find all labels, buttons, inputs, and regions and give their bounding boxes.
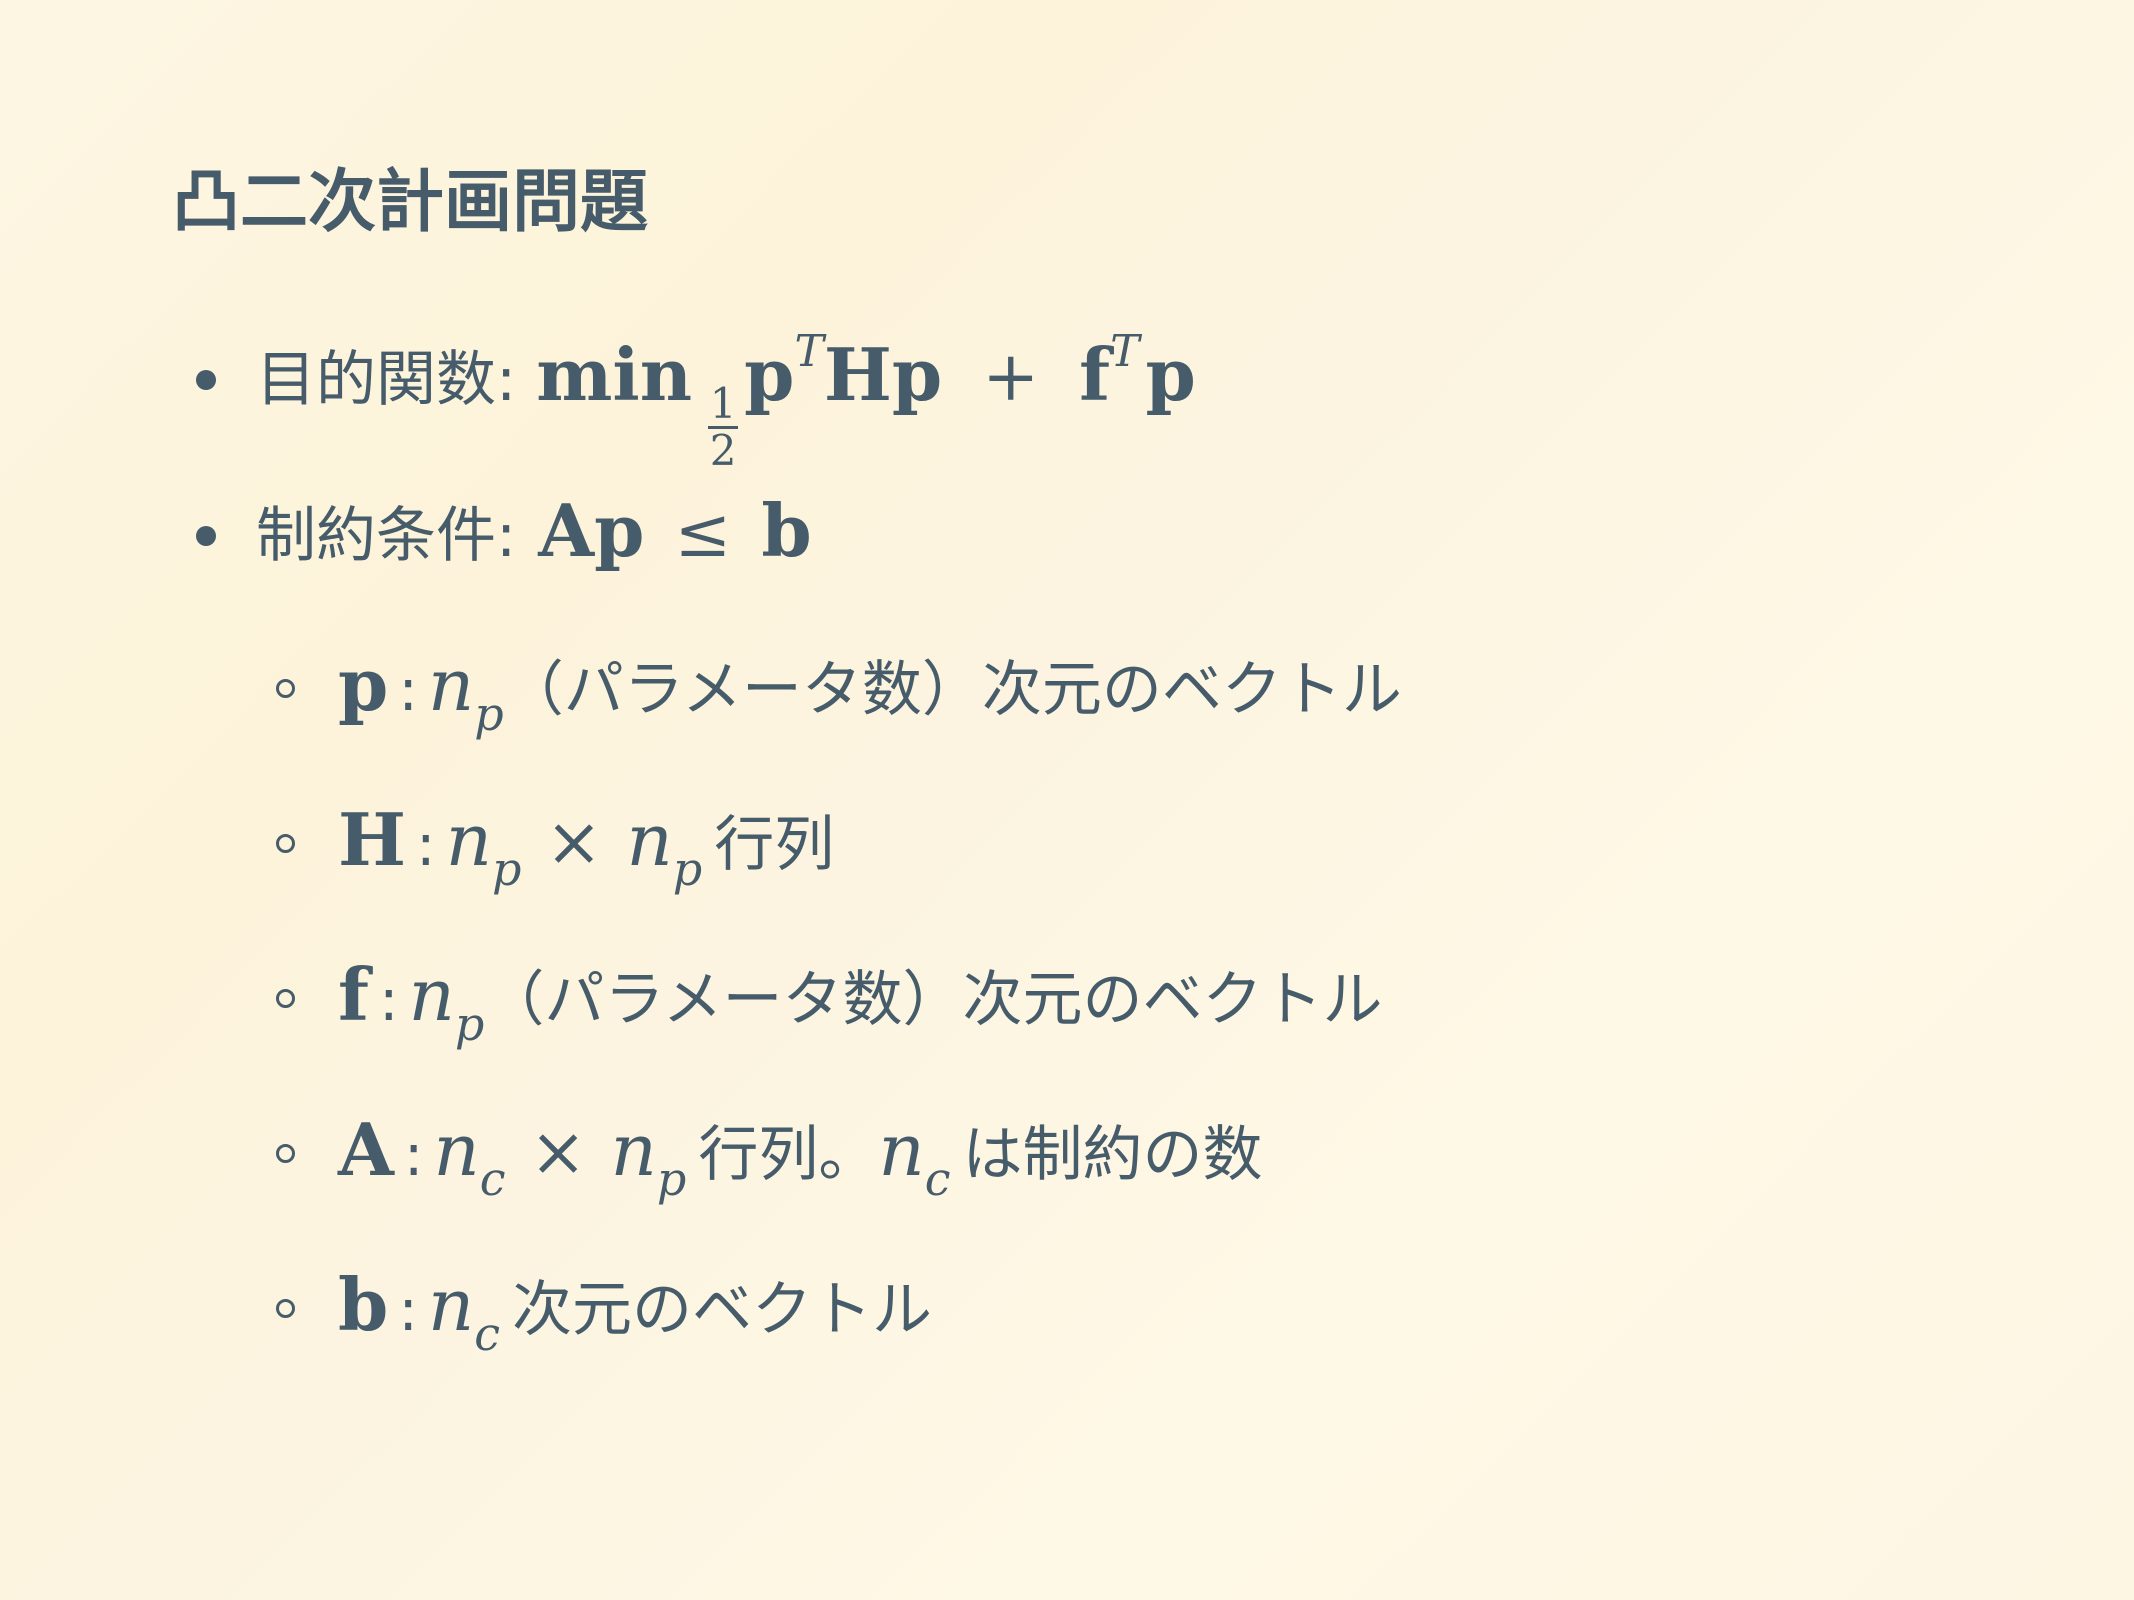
- dimension-subscript: p: [672, 842, 703, 896]
- min-operator: min: [536, 332, 693, 417]
- dimension-n: n: [433, 1108, 480, 1192]
- definition-text-extra: は制約の数: [962, 1120, 1263, 1190]
- times-operator: ×: [529, 1113, 587, 1192]
- vector-f: f: [1079, 332, 1111, 417]
- plus-operator: +: [982, 338, 1040, 417]
- fraction-denominator: 2: [709, 426, 737, 475]
- definition-symbol: b: [338, 1262, 389, 1347]
- matrix-H-times-p: Hp: [823, 332, 943, 417]
- vector-p: p: [744, 332, 795, 417]
- definition-item: p : n p （パラメータ数）次元のベクトル: [338, 640, 1402, 741]
- matrix-A-times-p: Ap: [538, 488, 645, 573]
- fraction-half: 1 2: [708, 379, 739, 475]
- dimension-subscript: p: [454, 997, 485, 1051]
- definition-symbol: f: [338, 952, 369, 1037]
- constraint-line: 制約条件: Ap ≤ b: [256, 486, 812, 581]
- constraint-label: 制約条件:: [256, 501, 517, 571]
- bullet-circle: [276, 989, 295, 1008]
- dimension-n: n: [427, 1263, 475, 1347]
- definition-colon: :: [398, 1276, 418, 1344]
- dimension-subscript: p: [656, 1152, 687, 1206]
- fraction-numerator: 1: [709, 379, 737, 428]
- dimension-n: n: [427, 643, 475, 727]
- dimension-subscript: p: [491, 842, 522, 896]
- bullet-circle: [276, 834, 295, 853]
- dimension-n: n: [610, 1108, 657, 1192]
- bullet-circle: [276, 1144, 295, 1163]
- definition-symbol: H: [338, 797, 407, 882]
- bullet-circle: [276, 679, 295, 698]
- definition-colon: :: [398, 656, 418, 724]
- times-operator: ×: [545, 803, 603, 882]
- slide-title: 凸二次計画問題: [172, 163, 649, 242]
- definition-item: H : n p × n p 行列: [338, 795, 835, 896]
- bullet-disc: [196, 370, 216, 390]
- leq-operator: ≤: [674, 494, 732, 573]
- dimension-n: n: [445, 798, 492, 882]
- definition-item: f : n p （パラメータ数）次元のベクトル: [338, 950, 1383, 1051]
- dimension-n: n: [626, 798, 673, 882]
- dimension-n: n: [408, 953, 455, 1037]
- definition-text: 行列: [714, 810, 835, 880]
- definition-colon: :: [403, 1121, 424, 1189]
- definition-item: b : n c 次元のベクトル: [338, 1260, 933, 1361]
- dimension-n: n: [878, 1108, 925, 1192]
- vector-b: b: [761, 488, 812, 573]
- dimension-subscript: p: [474, 687, 504, 741]
- dimension-subscript: c: [924, 1152, 951, 1206]
- transpose-superscript: T: [1110, 326, 1140, 377]
- transpose-superscript: T: [794, 326, 824, 377]
- bullet-disc: [196, 526, 216, 546]
- objective-line: 目的関数: min 1 2 p T Hp + f T p: [256, 326, 1196, 472]
- definition-symbol: A: [338, 1107, 394, 1192]
- dimension-subscript: c: [474, 1307, 501, 1361]
- slide: 凸二次計画問題 目的関数: min 1 2 p T Hp + f T p 制約条…: [0, 0, 2134, 1600]
- definition-symbol: p: [338, 642, 389, 727]
- vector-p: p: [1145, 332, 1196, 417]
- dimension-subscript: c: [479, 1152, 506, 1206]
- definition-text: 次元のベクトル: [512, 1275, 933, 1345]
- definition-text: （パラメータ数）次元のベクトル: [503, 655, 1402, 725]
- definition-text: 行列。: [698, 1120, 879, 1190]
- objective-label: 目的関数:: [256, 345, 517, 415]
- definition-colon: :: [416, 811, 436, 879]
- definition-item: A : n c × n p 行列。 n c は制約の数: [338, 1105, 1263, 1206]
- definition-colon: :: [378, 966, 399, 1034]
- bullet-circle: [276, 1299, 295, 1318]
- definition-text: （パラメータ数）次元のベクトル: [484, 965, 1383, 1035]
